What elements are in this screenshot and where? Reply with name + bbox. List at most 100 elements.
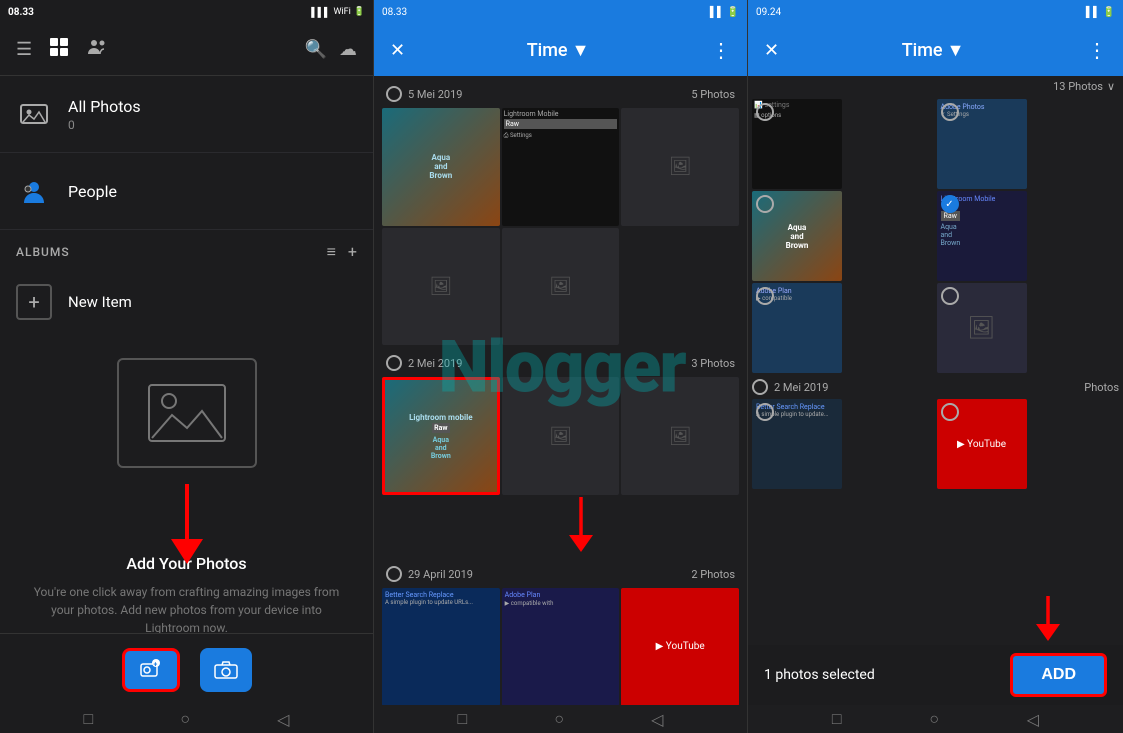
panel3-row-1: 📊 settings ▦ options Adobe Photos ✓ Sett… bbox=[752, 99, 1119, 189]
status-icons-2: ▌▌ 🔋 bbox=[710, 7, 739, 18]
battery-icon-1: 🔋 bbox=[354, 7, 365, 17]
new-item-btn[interactable]: + bbox=[16, 284, 52, 320]
svg-text:+: + bbox=[153, 660, 157, 668]
photo-thumb-3[interactable]: 🖼 bbox=[621, 108, 739, 226]
people-item[interactable]: People bbox=[0, 153, 373, 230]
more-icon-2[interactable]: ⋮ bbox=[711, 38, 731, 62]
p3-photo-6[interactable]: 🖼 bbox=[937, 283, 1027, 373]
nav-square-icon-1[interactable]: □ bbox=[84, 709, 94, 729]
status-icons-1: ▌▌▌ WiFi 🔋 bbox=[311, 7, 365, 18]
photo-highlighted[interactable]: Lightroom mobile Raw Aqua and Brown bbox=[382, 377, 500, 495]
photos-grid-2mei: Lightroom mobile Raw Aqua and Brown 🖼 🖼 bbox=[378, 377, 743, 495]
select-circle-5mei[interactable] bbox=[386, 86, 402, 102]
status-time-1: 08.33 bbox=[8, 7, 34, 18]
photo-thumb-5[interactable]: 🖼 bbox=[502, 228, 620, 346]
date-label-5mei: 5 Mei 2019 bbox=[408, 88, 462, 101]
nav-circle-icon-2[interactable]: ○ bbox=[554, 709, 564, 729]
people-nav-icon[interactable] bbox=[86, 36, 108, 63]
close-icon-2[interactable]: ✕ bbox=[390, 40, 405, 61]
camera-button[interactable] bbox=[200, 648, 252, 692]
add-button[interactable]: ADD bbox=[1010, 653, 1107, 697]
photo-thumb-2[interactable]: Lightroom Mobile Raw ⎙ Settings bbox=[502, 108, 620, 226]
menu-icon[interactable]: ☰ bbox=[16, 39, 32, 60]
status-bar-3: 09.24 ▌▌ 🔋 bbox=[748, 0, 1123, 24]
photo-thumb-4[interactable]: 🖼 bbox=[382, 228, 500, 346]
p3-photo-5[interactable]: Adobe Plan ▶ compatible bbox=[752, 283, 842, 373]
select-circle-29april[interactable] bbox=[386, 566, 402, 582]
date-header-2mei: 2 Mei 2019 3 Photos bbox=[378, 349, 743, 377]
new-item-row[interactable]: + New Item bbox=[0, 270, 373, 334]
p3-photo-3[interactable]: Aqua and Brown bbox=[752, 191, 842, 281]
photos-grid-5mei: Aqua and Brown Lightroom Mobile Raw ⎙ Se… bbox=[378, 108, 743, 345]
search-icon[interactable]: 🔍 bbox=[305, 39, 327, 60]
dropdown-icon-2[interactable]: ▼ bbox=[572, 40, 590, 61]
add-media-button[interactable]: + bbox=[122, 648, 180, 692]
select-circle-p3-6[interactable] bbox=[941, 287, 959, 305]
select-circle-p3-5[interactable] bbox=[756, 287, 774, 305]
select-circle-p3-1[interactable] bbox=[756, 103, 774, 121]
add-album-icon[interactable]: + bbox=[348, 242, 357, 262]
p3-photo-4[interactable]: Lightroom Mobile Raw Aqua and Brown ✓ bbox=[937, 191, 1027, 281]
cloud-icon[interactable]: ☁ bbox=[339, 39, 357, 60]
top-nav-2: ✕ Time ▼ ⋮ bbox=[374, 24, 747, 76]
photo-thumb-2mei-3[interactable]: 🖼 bbox=[621, 377, 739, 495]
photos-count-label: 13 Photos bbox=[1053, 80, 1103, 93]
albums-header: ALBUMS ≡ + bbox=[0, 230, 373, 270]
photo-thumb-1[interactable]: Aqua and Brown bbox=[382, 108, 500, 226]
select-circle-p3-8[interactable] bbox=[941, 403, 959, 421]
panel3-grid-container: 📊 settings ▦ options Adobe Photos ✓ Sett… bbox=[748, 97, 1123, 596]
dropdown-icon-3[interactable]: ▼ bbox=[947, 40, 965, 61]
panel-2: 08.33 ▌▌ 🔋 ✕ Time ▼ ⋮ 5 Mei 2019 5 Photo… bbox=[374, 0, 748, 733]
select-circle-p3-4[interactable]: ✓ bbox=[941, 195, 959, 213]
more-icon-3[interactable]: ⋮ bbox=[1087, 38, 1107, 62]
red-arrow-svg-2 bbox=[566, 497, 596, 552]
sort-icon[interactable]: ≡ bbox=[327, 242, 336, 262]
chevron-down-icon[interactable]: ∨ bbox=[1107, 80, 1115, 93]
new-item-label: New Item bbox=[68, 293, 132, 311]
all-photos-count: 0 bbox=[68, 118, 141, 132]
camera-icon bbox=[214, 661, 238, 679]
p3-photo-7[interactable]: Better Search Replace A simple plugin to… bbox=[752, 399, 842, 489]
sidebar-content: All Photos 0 People ALBUMS ≡ + bbox=[0, 76, 373, 633]
count-5mei: 5 Photos bbox=[691, 88, 735, 101]
close-icon-3[interactable]: ✕ bbox=[764, 40, 779, 61]
photo-29april-3[interactable]: ▶ YouTube bbox=[621, 588, 739, 705]
photo-29april-1[interactable]: Better Search Replace A simple plugin to… bbox=[382, 588, 500, 705]
select-circle-p3-2[interactable] bbox=[941, 103, 959, 121]
panel-1: 08.33 ▌▌▌ WiFi 🔋 ☰ bbox=[0, 0, 374, 733]
nav-back-icon-1[interactable]: ◁ bbox=[277, 710, 289, 729]
status-time-2: 08.33 bbox=[382, 7, 407, 18]
all-photos-icon bbox=[16, 96, 52, 132]
red-arrow-svg-3 bbox=[1033, 596, 1063, 641]
nav-home-bar-2: □ ○ ◁ bbox=[374, 705, 747, 733]
photo-thumb-2mei-2[interactable]: 🖼 bbox=[502, 377, 620, 495]
plus-icon: + bbox=[28, 290, 39, 314]
nav-home-bar-3: □ ○ ◁ bbox=[748, 705, 1123, 733]
photo-29april-2[interactable]: Adobe Plan ▶ compatible with bbox=[502, 588, 620, 705]
panel3-row-4: Better Search Replace A simple plugin to… bbox=[752, 399, 1119, 489]
date-section-5mei: 5 Mei 2019 5 Photos Aqua and Brown Light… bbox=[378, 80, 743, 345]
p3-photo-8[interactable]: ▶ YouTube bbox=[937, 399, 1027, 489]
nav-home-bar-1: □ ○ ◁ bbox=[0, 705, 373, 733]
status-bar-2: 08.33 ▌▌ 🔋 bbox=[374, 0, 747, 24]
albums-actions: ≡ + bbox=[327, 242, 357, 262]
select-circle-p3-3[interactable] bbox=[756, 195, 774, 213]
nav-square-icon-3[interactable]: □ bbox=[832, 709, 842, 729]
albums-grid-icon[interactable] bbox=[48, 36, 70, 63]
select-circle-2mei[interactable] bbox=[386, 355, 402, 371]
nav-square-icon-2[interactable]: □ bbox=[458, 709, 468, 729]
add-media-icon: + bbox=[139, 658, 163, 682]
wifi-icon-1: WiFi bbox=[333, 7, 350, 17]
nav-circle-icon-1[interactable]: ○ bbox=[180, 709, 190, 729]
panel-3: 09.24 ▌▌ 🔋 ✕ Time ▼ ⋮ 13 Photos ∨ 📊 sett… bbox=[748, 0, 1123, 733]
nav-back-icon-3[interactable]: ◁ bbox=[1027, 710, 1039, 729]
p3-photo-2[interactable]: Adobe Photos ✓ Settings bbox=[937, 99, 1027, 189]
photos-count-bar: 13 Photos ∨ bbox=[748, 76, 1123, 97]
nav-back-icon-2[interactable]: ◁ bbox=[651, 710, 663, 729]
red-down-arrow-1 bbox=[167, 484, 207, 564]
all-photos-item[interactable]: All Photos 0 bbox=[0, 76, 373, 153]
nav-circle-icon-3[interactable]: ○ bbox=[929, 709, 939, 729]
p3-select-2mei[interactable] bbox=[752, 379, 768, 395]
p3-photo-1[interactable]: 📊 settings ▦ options bbox=[752, 99, 842, 189]
select-circle-p3-7[interactable] bbox=[756, 403, 774, 421]
